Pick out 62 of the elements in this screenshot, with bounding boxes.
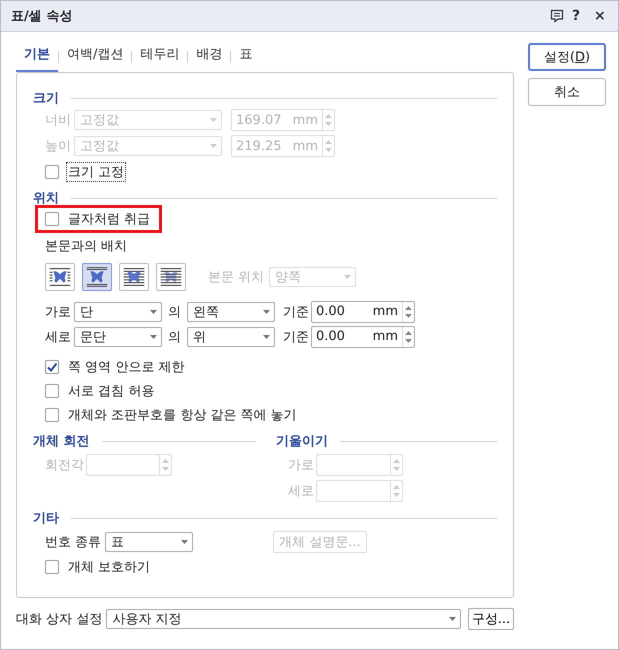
checkbox-label: 크기 고정 xyxy=(67,163,126,181)
dropdown[interactable]: 왼쪽 xyxy=(187,302,275,322)
wrap-option-button[interactable] xyxy=(82,263,112,291)
field-label: 본문 위치 xyxy=(208,269,262,286)
caret-icon xyxy=(449,617,456,621)
caret-icon xyxy=(263,310,270,314)
configure-button[interactable]: 구성... xyxy=(468,608,514,630)
caret-icon xyxy=(150,310,157,314)
field-label: 번호 종류 xyxy=(45,534,102,551)
help-button[interactable]: ? xyxy=(572,8,586,24)
tab[interactable]: 배경 xyxy=(188,42,230,72)
field-label: 기준 xyxy=(282,328,310,346)
field-label: 의 xyxy=(167,304,182,320)
field-label: 가로 xyxy=(288,457,315,474)
field-label: 높이 xyxy=(45,138,72,155)
checkbox-label: 쪽 영역 안으로 제한 xyxy=(67,359,186,376)
section-heading: 기타 xyxy=(33,510,59,527)
cancel-button[interactable]: 취소 xyxy=(528,78,606,106)
section-heading: 위치 xyxy=(33,190,59,207)
checkbox[interactable] xyxy=(45,212,59,226)
window-title: 표/셀 속성 xyxy=(11,8,74,25)
caret-icon xyxy=(344,275,351,279)
checkbox-label: 서로 겹침 허용 xyxy=(67,383,156,400)
field-label: 의 xyxy=(167,328,182,346)
caret-icon xyxy=(210,118,217,122)
field-label: 가로 xyxy=(45,304,72,320)
checkbox[interactable] xyxy=(45,560,59,574)
caret-icon xyxy=(181,540,188,544)
ok-button[interactable]: 설정(D) xyxy=(528,43,606,71)
field-label: 회전각 xyxy=(45,457,85,474)
field-label: 너비 xyxy=(45,112,72,129)
field-label: 기준 xyxy=(282,304,310,320)
checkbox[interactable] xyxy=(45,360,59,374)
wrap-option-button[interactable] xyxy=(119,263,149,291)
section-heading: 크기 xyxy=(33,90,59,107)
dropdown[interactable]: 단 xyxy=(74,302,162,322)
field-label: 세로 xyxy=(45,328,72,346)
dropdown[interactable]: 표 xyxy=(105,532,194,552)
caret-icon xyxy=(263,334,270,338)
section-heading: 기울이기 xyxy=(276,433,328,450)
dropdown[interactable]: 문단 xyxy=(74,326,162,346)
section-heading: 개체 회전 xyxy=(33,433,90,450)
caret-icon xyxy=(210,144,217,148)
dropdown[interactable]: 위 xyxy=(187,326,275,346)
tab[interactable]: 표 xyxy=(231,42,260,72)
wrap-option-button[interactable] xyxy=(45,263,75,291)
field-label: 세로 xyxy=(288,483,315,500)
checkbox-label: 글자처럼 취급 xyxy=(67,211,152,228)
field-label: 대화 상자 설정 xyxy=(16,611,102,628)
checkbox[interactable] xyxy=(45,384,59,398)
comment-icon[interactable] xyxy=(550,9,564,23)
dropdown[interactable]: 사용자 지정 xyxy=(106,609,461,629)
checkbox[interactable] xyxy=(45,408,59,422)
close-button[interactable]: × xyxy=(594,8,608,24)
checkbox-label: 개체와 조판부호를 항상 같은 쪽에 놓기 xyxy=(67,407,298,424)
field-label: 본문과의 배치 xyxy=(45,238,128,255)
checkbox[interactable] xyxy=(45,165,59,179)
checkbox-label: 개체 보호하기 xyxy=(67,559,152,576)
tab[interactable]: 테두리 xyxy=(132,42,188,72)
caret-icon xyxy=(150,334,157,338)
tab[interactable]: 여백/캡션 xyxy=(59,42,132,72)
wrap-option-button[interactable] xyxy=(156,263,186,291)
